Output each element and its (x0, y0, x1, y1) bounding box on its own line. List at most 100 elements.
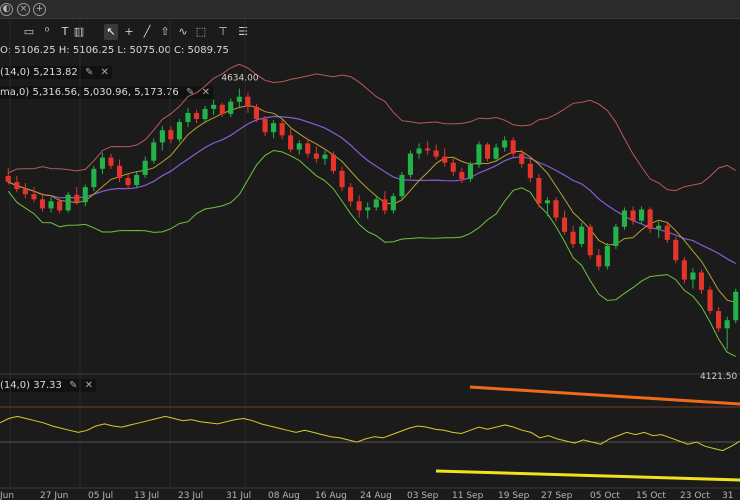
x-tick-label: 23 Oct (680, 491, 710, 500)
candle-body (373, 199, 379, 208)
x-tick-label: 08 Aug (268, 491, 300, 500)
x-tick-label: 03 Sep (407, 491, 439, 500)
x-tick-label: Jun (0, 491, 14, 500)
candle-body (74, 194, 80, 203)
candle-body (271, 123, 277, 133)
candle-body (579, 226, 585, 244)
candle-body (202, 108, 208, 120)
candle-body (108, 157, 114, 166)
candle-body (330, 154, 336, 171)
candle-body (14, 182, 20, 190)
candle-body (544, 200, 550, 204)
candle-body (31, 194, 37, 200)
high-price-label: 4634.00 (221, 74, 258, 84)
lower-band-line (7, 149, 736, 357)
candle-body (185, 112, 191, 122)
candle-body (134, 174, 140, 186)
candle-body (117, 165, 123, 178)
x-tick-label: 27 Jun (40, 491, 68, 500)
candle-body (245, 96, 251, 107)
trend-line-orange (469, 385, 740, 406)
candle-body (519, 153, 525, 164)
candle-body (236, 96, 242, 102)
candle-body (630, 210, 636, 221)
candle-body (707, 289, 713, 311)
candle-body (673, 239, 679, 261)
candle-body (5, 175, 11, 182)
trading-chart-app: ◐ × + ▭ ⁰ T ▥ ↖ + ╱ ⇧ ∿ ⬚ ⊤ ☰ O: 5106.25 H: 5106.25… (0, 0, 740, 500)
x-tick-label: 24 Aug (360, 491, 392, 500)
candle-body (176, 122, 182, 140)
candle-body (253, 106, 259, 119)
candle-body (322, 154, 328, 159)
fast-ma-line (8, 104, 736, 303)
candle-body (562, 217, 568, 232)
low-price-label: 4121.50 (700, 372, 737, 382)
candle-body (125, 178, 131, 186)
candle-body (194, 112, 200, 119)
x-tick-label: 31 (722, 491, 733, 500)
x-tick-label: 11 Sep (452, 491, 484, 500)
candle-body (82, 187, 88, 203)
candle-body (647, 209, 653, 229)
candle-body (493, 147, 499, 159)
candle-body (22, 189, 28, 195)
candle-body (510, 140, 516, 154)
candle-body (639, 209, 645, 221)
candle-body (219, 104, 225, 114)
candle-body (656, 225, 662, 229)
candle-body (296, 143, 302, 150)
candle-body (228, 101, 234, 114)
candle-body (527, 163, 533, 178)
x-tick-label: 05 Jul (88, 491, 113, 500)
candle-body (91, 168, 97, 188)
candle-body (698, 272, 704, 290)
x-tick-label: 13 Jul (134, 491, 159, 500)
candle-body (450, 162, 456, 172)
candle-body (262, 119, 268, 133)
candle-body (733, 291, 739, 321)
x-tick-label: 15 Oct (636, 491, 666, 500)
candle-body (356, 201, 362, 211)
candle-body (587, 226, 593, 256)
candle-body (433, 150, 439, 157)
candle-body (681, 260, 687, 280)
slow-ma-line (8, 115, 736, 265)
candle-body (485, 144, 491, 159)
candle-body (664, 225, 670, 240)
x-tick-label: 27 Sep (541, 491, 573, 500)
candle-body (621, 210, 627, 227)
candle-body (467, 164, 473, 179)
candle-body (536, 178, 542, 204)
candle-body (365, 207, 371, 211)
candle-body (596, 255, 602, 267)
candle-body (476, 144, 482, 165)
candle-body (442, 156, 448, 163)
candle-body (502, 140, 508, 148)
candle-body (716, 311, 722, 329)
candle-body (613, 226, 619, 246)
candle-body (151, 142, 157, 161)
trend-line-yellow (435, 469, 740, 482)
candle-body (399, 174, 405, 197)
candle-body (57, 201, 63, 211)
candle-body (425, 148, 431, 151)
x-tick-label: 31 Jul (226, 491, 251, 500)
candle-body (65, 194, 71, 211)
candle-body (159, 130, 165, 143)
x-tick-label: 16 Aug (315, 491, 347, 500)
candle-body (339, 170, 345, 188)
candle-body (279, 123, 285, 136)
candle-body (604, 246, 610, 267)
rsi-line (0, 415, 740, 452)
candle-body (142, 160, 148, 175)
candle-body (416, 148, 422, 154)
candle-body (553, 200, 559, 218)
candle-body (570, 231, 576, 244)
x-tick-label: 05 Oct (590, 491, 620, 500)
x-tick-label: 19 Sep (498, 491, 530, 500)
candle-body (382, 199, 388, 211)
candle-body (305, 143, 311, 154)
candle-body (390, 196, 396, 211)
price-chart[interactable]: 4634.00 4121.50 Jun 27 Jun 05 Jul 13 Jul 23 Ju… (0, 0, 740, 500)
